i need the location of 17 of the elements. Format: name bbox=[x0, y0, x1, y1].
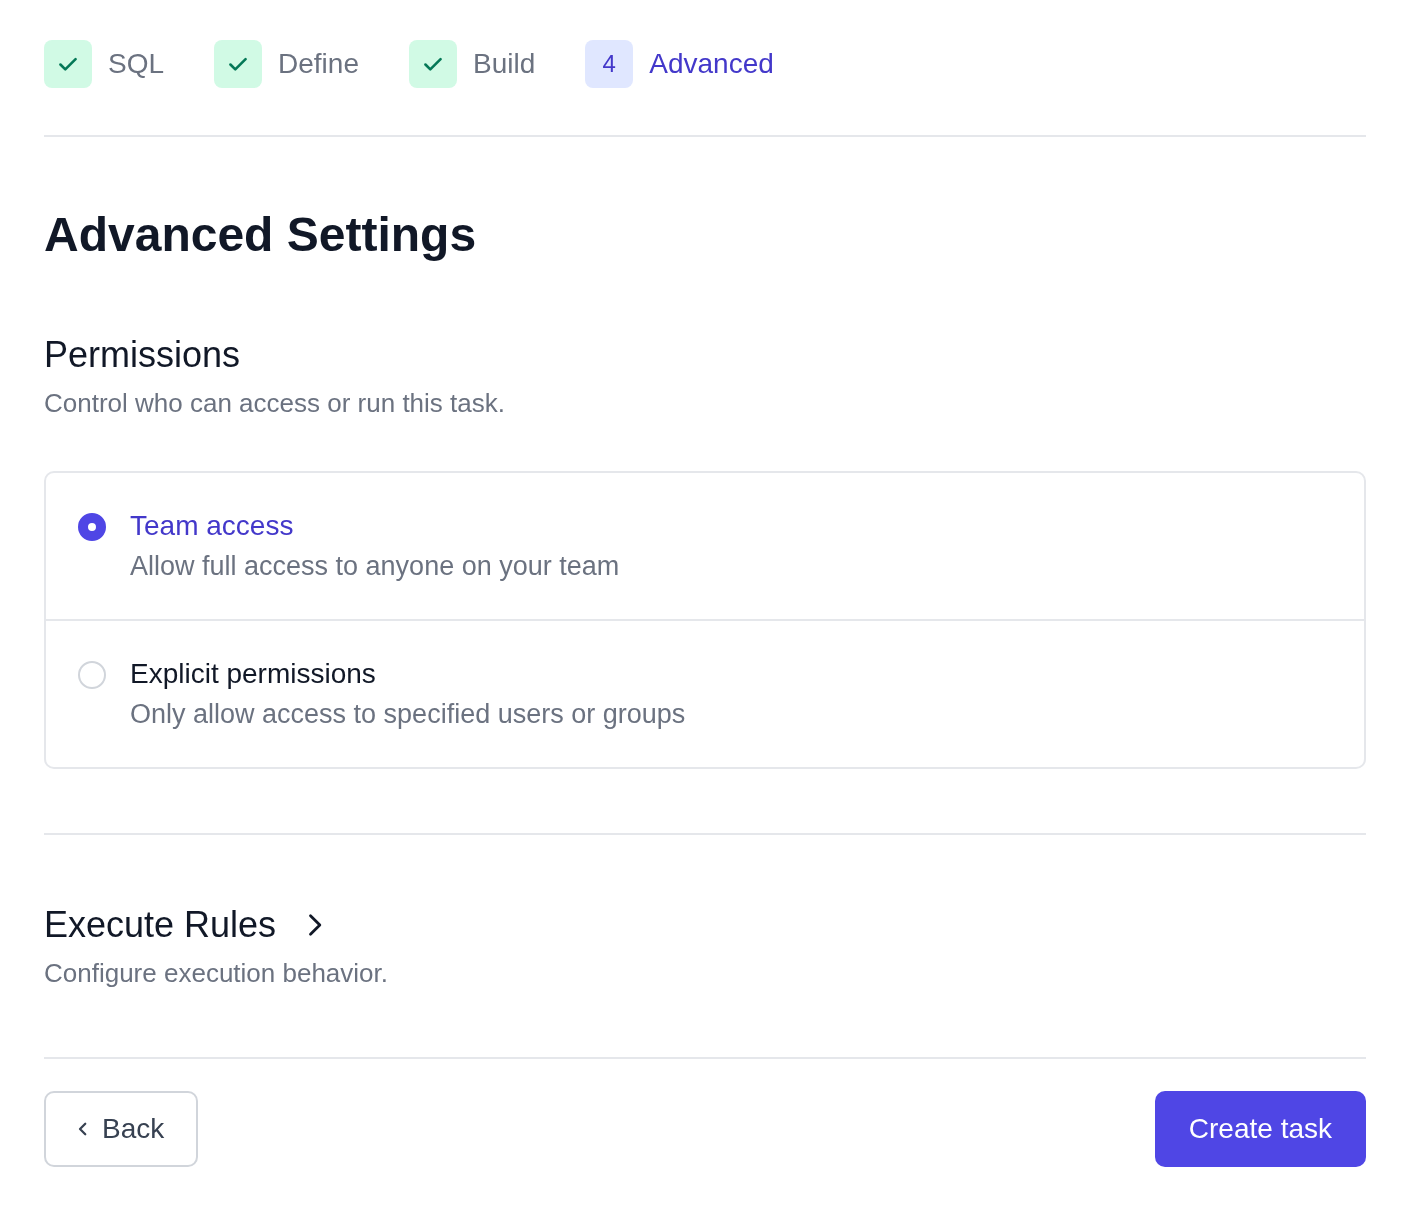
section-description: Control who can access or run this task. bbox=[44, 387, 506, 420]
create-task-button[interactable]: Create task bbox=[1154, 1091, 1366, 1167]
step-label[interactable]: Build bbox=[472, 48, 536, 80]
section-heading: Execute Rules bbox=[44, 903, 277, 947]
step-label[interactable]: Advanced bbox=[649, 48, 774, 80]
step-badge: 4 bbox=[585, 40, 634, 88]
option-description: Allow full access to anyone on your team bbox=[130, 550, 620, 583]
section-heading: Permissions bbox=[44, 333, 242, 377]
option-title: Explicit permissions bbox=[130, 657, 377, 691]
page-title: Advanced Settings bbox=[44, 207, 478, 263]
step-label[interactable]: Define bbox=[278, 48, 359, 80]
option-description: Only allow access to specified users or groups bbox=[130, 698, 686, 731]
section-description: Configure execution behavior. bbox=[44, 957, 389, 990]
option-title: Team access bbox=[130, 509, 295, 543]
radio-button[interactable] bbox=[78, 513, 106, 541]
back-button[interactable]: Back bbox=[44, 1091, 199, 1167]
step-label[interactable]: SQL bbox=[108, 48, 165, 80]
